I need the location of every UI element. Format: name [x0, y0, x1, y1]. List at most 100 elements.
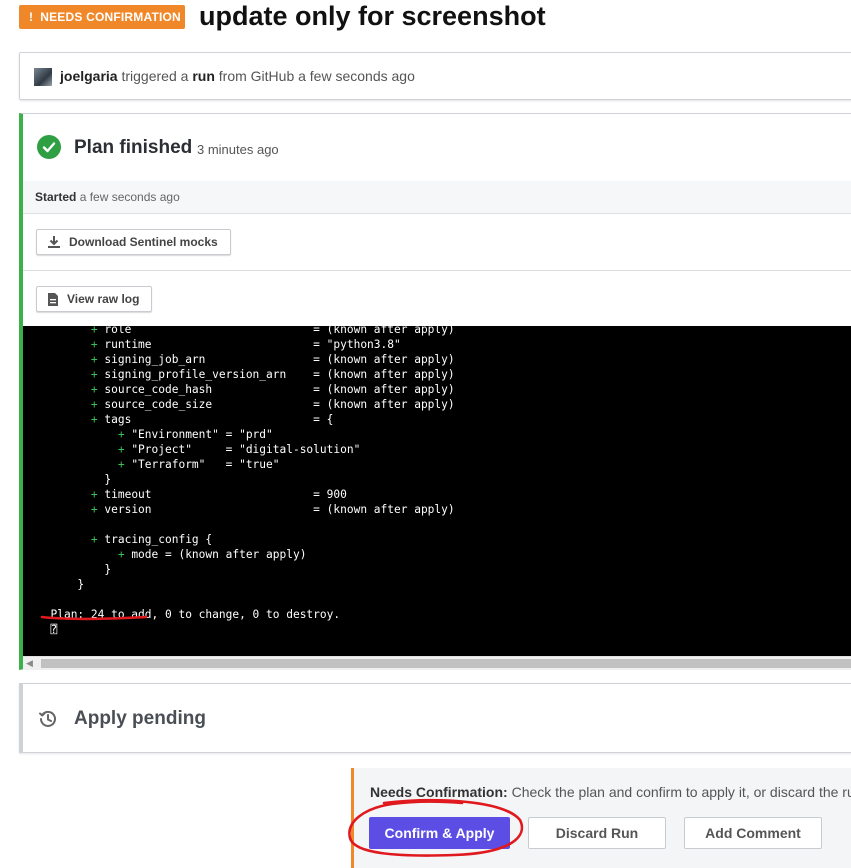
- log-indent: [37, 548, 118, 561]
- log-plus-marker: +: [90, 533, 98, 546]
- plan-card: Plan finished 3 minutes ago Started a fe…: [19, 113, 851, 670]
- status-badge-label: NEEDS CONFIRMATION: [40, 10, 181, 24]
- log-line: + source_code_size = (known after apply): [37, 397, 455, 412]
- log-line: + tags = {: [37, 412, 334, 427]
- document-icon: [47, 292, 59, 307]
- log-plus-marker: +: [90, 326, 98, 336]
- plan-time-ago: 3 minutes ago: [197, 142, 279, 157]
- log-indent: [37, 503, 91, 516]
- log-plus-marker: +: [90, 368, 98, 381]
- apply-title: Apply pending: [74, 708, 206, 729]
- log-indent: [37, 608, 50, 621]
- log-plus-marker: +: [117, 548, 125, 561]
- log-line: + signing_profile_version_arn = (known a…: [37, 367, 455, 382]
- log-plus-marker: +: [90, 503, 98, 516]
- log-text: "Environment" = "prd": [124, 428, 273, 441]
- log-indent: [37, 578, 77, 591]
- trigger-text: joelgaria triggered a run from GitHub a …: [60, 68, 415, 84]
- log-text: }: [104, 563, 112, 576]
- trigger-user[interactable]: joelgaria: [60, 68, 118, 84]
- log-plus-marker: +: [90, 398, 98, 411]
- log-line: + "Terraform" = "true": [37, 457, 280, 472]
- log-plus-marker: +: [117, 458, 125, 471]
- log-indent: [37, 488, 91, 501]
- log-text: version = (known after apply): [97, 503, 455, 516]
- download-sentinel-mocks-button[interactable]: Download Sentinel mocks: [36, 229, 231, 255]
- started-value: a few seconds ago: [79, 190, 180, 204]
- log-text: tags = {: [97, 413, 334, 426]
- download-row: Download Sentinel mocks: [23, 214, 851, 271]
- log-line: + tracing_config {: [37, 532, 212, 547]
- log-line: + version = (known after apply): [37, 502, 455, 517]
- horizontal-scrollbar[interactable]: ◀: [23, 656, 851, 670]
- scroll-thumb[interactable]: [41, 659, 851, 668]
- trigger-post: from GitHub a few seconds ago: [218, 68, 415, 84]
- log-text: ⍰: [50, 623, 58, 636]
- log-text: runtime = "python3.8": [97, 338, 401, 351]
- log-line: }: [37, 472, 111, 487]
- avatar[interactable]: [34, 68, 52, 86]
- log-line: + role = (known after apply): [37, 326, 455, 337]
- confirmation-text: Needs Confirmation: Check the plan and c…: [370, 784, 851, 800]
- started-text: Started a few seconds ago: [35, 190, 180, 204]
- log-line: }: [37, 562, 111, 577]
- log-line: + mode = (known after apply): [37, 547, 307, 562]
- log-indent: [37, 428, 118, 441]
- log-indent: [37, 368, 91, 381]
- log-line: Plan: 24 to add, 0 to change, 0 to destr…: [37, 607, 340, 622]
- log-text: "Terraform" = "true": [124, 458, 280, 471]
- log-indent: [37, 623, 50, 636]
- status-badge: ! NEEDS CONFIRMATION: [19, 5, 185, 29]
- log-line: + source_code_hash = (known after apply): [37, 382, 455, 397]
- log-line: + signing_job_arn = (known after apply): [37, 352, 455, 367]
- run-trigger-card: joelgaria triggered a run from GitHub a …: [19, 52, 851, 100]
- log-indent: [37, 443, 118, 456]
- log-plus-marker: +: [90, 413, 98, 426]
- log-plus-marker: +: [90, 383, 98, 396]
- log-indent: [37, 473, 104, 486]
- log-indent: [37, 353, 91, 366]
- log-line: + timeout = 900: [37, 487, 347, 502]
- started-label: Started: [35, 190, 77, 204]
- log-text: tracing_config {: [97, 533, 213, 546]
- log-text: source_code_hash = (known after apply): [97, 383, 455, 396]
- page-title: update only for screenshot: [199, 1, 546, 31]
- log-line: ⍰: [37, 622, 57, 637]
- apply-card[interactable]: Apply pending: [19, 683, 851, 753]
- trigger-action: run: [192, 68, 215, 84]
- raw-log-row: View raw log: [23, 271, 851, 326]
- trigger-pre: triggered a: [121, 68, 189, 84]
- download-sentinel-mocks-label: Download Sentinel mocks: [69, 235, 218, 249]
- log-line: + "Environment" = "prd": [37, 427, 273, 442]
- confirmation-message: Check the plan and confirm to apply it, …: [511, 784, 851, 800]
- log-text: "Project" = "digital-solution": [124, 443, 361, 456]
- log-plus-marker: +: [90, 353, 98, 366]
- log-plus-marker: +: [117, 443, 125, 456]
- log-line: }: [37, 577, 84, 592]
- view-raw-log-label: View raw log: [67, 292, 140, 306]
- log-text: timeout = 900: [97, 488, 347, 501]
- plan-log-output[interactable]: + role = (known after apply) + runtime =…: [23, 326, 851, 656]
- log-text: signing_job_arn = (known after apply): [97, 353, 455, 366]
- discard-run-button[interactable]: Discard Run: [528, 817, 666, 849]
- warning-icon: !: [29, 10, 34, 24]
- log-text: Plan: 24 to add, 0 to change, 0 to destr…: [50, 608, 341, 621]
- log-text: }: [77, 578, 85, 591]
- confirmation-label: Needs Confirmation:: [370, 784, 508, 800]
- add-comment-button[interactable]: Add Comment: [684, 817, 822, 849]
- view-raw-log-button[interactable]: View raw log: [36, 286, 153, 312]
- log-text: }: [104, 473, 112, 486]
- log-text: role = (known after apply): [97, 326, 455, 336]
- download-icon: [47, 235, 61, 249]
- clock-history-icon: [39, 710, 56, 727]
- log-text: source_code_size = (known after apply): [97, 398, 455, 411]
- log-indent: [37, 533, 91, 546]
- started-row: Started a few seconds ago: [23, 181, 851, 214]
- confirm-apply-button[interactable]: Confirm & Apply: [369, 817, 510, 849]
- log-plus-marker: +: [90, 338, 98, 351]
- scroll-left-icon[interactable]: ◀: [26, 658, 33, 669]
- log-text: mode = (known after apply): [124, 548, 307, 561]
- log-indent: [37, 338, 91, 351]
- plan-header[interactable]: Plan finished 3 minutes ago: [23, 114, 851, 182]
- check-circle-icon: [37, 135, 61, 159]
